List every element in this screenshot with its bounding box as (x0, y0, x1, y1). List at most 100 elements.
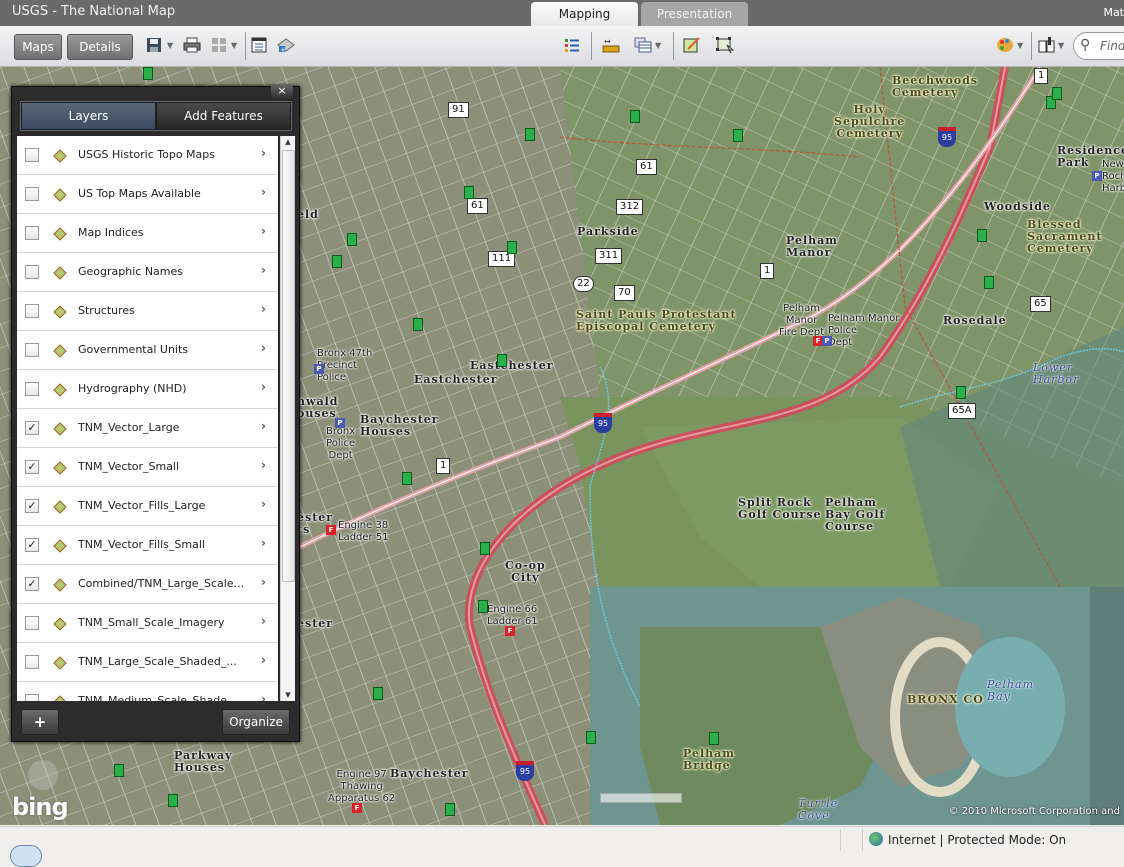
layer-row[interactable]: Geographic Names › (17, 253, 278, 292)
layer-row[interactable]: ✓ Combined/TNM_Large_Scale... › (17, 565, 278, 604)
layer-checkbox[interactable] (25, 343, 39, 357)
chevron-right-icon[interactable]: › (261, 497, 266, 511)
user-name[interactable]: Mat (1103, 6, 1124, 19)
chevron-right-icon[interactable]: › (261, 536, 266, 550)
chevron-right-icon[interactable]: › (261, 185, 266, 199)
park-marker[interactable] (480, 542, 490, 555)
layer-row[interactable]: Governmental Units › (17, 331, 278, 370)
park-marker[interactable] (332, 255, 342, 268)
layer-checkbox[interactable] (25, 187, 39, 201)
legend-icon[interactable] (250, 37, 268, 55)
chevron-right-icon[interactable]: › (261, 692, 266, 701)
police-station-marker[interactable]: P (335, 418, 345, 428)
layer-row[interactable]: TNM_Small_Scale_Imagery › (17, 604, 278, 643)
details-button[interactable]: Details (67, 34, 133, 60)
layer-checkbox[interactable] (25, 382, 39, 396)
organize-button[interactable]: Organize (222, 709, 290, 735)
layer-row[interactable]: ✓ TNM_Vector_Fills_Large › (17, 487, 278, 526)
scrollbar-thumb[interactable] (282, 150, 295, 582)
grid-dropdown-caret[interactable]: ▼ (231, 37, 237, 55)
park-marker[interactable] (1052, 87, 1062, 100)
maps-button[interactable]: Maps (14, 34, 62, 60)
park-marker[interactable] (977, 229, 987, 242)
chevron-right-icon[interactable]: › (261, 302, 266, 316)
police-station-marker[interactable]: P (1092, 171, 1102, 181)
tab-add-features[interactable]: Add Features (157, 103, 290, 129)
layer-row[interactable]: Hydrography (NHD) › (17, 370, 278, 409)
police-station-marker[interactable]: P (314, 364, 324, 374)
chevron-right-icon[interactable]: › (261, 575, 266, 589)
table-icon[interactable] (634, 37, 652, 55)
park-marker[interactable] (373, 687, 383, 700)
layer-row[interactable]: USGS Historic Topo Maps › (17, 136, 278, 175)
layer-row[interactable]: Structures › (17, 292, 278, 331)
park-marker[interactable] (586, 731, 596, 744)
layer-row[interactable]: ✓ TNM_Vector_Large › (17, 409, 278, 448)
park-marker[interactable] (733, 129, 743, 142)
chevron-right-icon[interactable]: › (261, 614, 266, 628)
park-marker[interactable] (956, 386, 966, 399)
layer-checkbox[interactable] (25, 148, 39, 162)
tab-layers[interactable]: Layers (22, 103, 155, 129)
fire-station-marker[interactable]: F (505, 626, 515, 636)
layer-checkbox[interactable] (25, 655, 39, 669)
park-marker[interactable] (507, 241, 517, 254)
layer-row[interactable]: TNM_Medium_Scale_Shade... › (17, 682, 278, 701)
layer-row[interactable]: Map Indices › (17, 214, 278, 253)
grid-icon[interactable] (210, 37, 228, 55)
table-dropdown-caret[interactable]: ▼ (655, 37, 661, 55)
save-dropdown-caret[interactable]: ▼ (167, 37, 173, 55)
chevron-right-icon[interactable]: › (261, 341, 266, 355)
draw-icon[interactable] (683, 37, 701, 55)
park-marker[interactable] (984, 276, 994, 289)
close-panel-button[interactable]: × (271, 84, 293, 98)
layer-list-scrollbar[interactable]: ▲ ▼ (280, 136, 295, 701)
layer-checkbox[interactable] (25, 694, 39, 701)
chevron-right-icon[interactable]: › (261, 380, 266, 394)
layer-checkbox[interactable]: ✓ (25, 577, 39, 591)
measure-icon[interactable]: ↔ (602, 37, 620, 55)
chevron-right-icon[interactable]: › (261, 458, 266, 472)
layer-checkbox[interactable] (25, 616, 39, 630)
list-icon[interactable] (563, 37, 581, 55)
scroll-down-arrow[interactable]: ▼ (281, 689, 295, 701)
park-marker[interactable] (347, 233, 357, 246)
layer-checkbox[interactable]: ✓ (25, 499, 39, 513)
tab-mapping[interactable]: Mapping (531, 2, 638, 26)
book-dropdown-caret[interactable]: ▼ (1058, 37, 1064, 55)
chevron-right-icon[interactable]: › (261, 419, 266, 433)
park-marker[interactable] (709, 732, 719, 745)
park-marker[interactable] (445, 803, 455, 816)
layer-checkbox[interactable]: ✓ (25, 421, 39, 435)
park-marker[interactable] (114, 764, 124, 777)
park-marker[interactable] (525, 128, 535, 141)
park-marker[interactable] (464, 186, 474, 199)
park-marker[interactable] (168, 794, 178, 807)
park-marker[interactable] (478, 600, 488, 613)
add-layer-button[interactable]: + (21, 709, 59, 735)
park-marker[interactable] (402, 472, 412, 485)
layer-row[interactable]: TNM_Large_Scale_Shaded_... › (17, 643, 278, 682)
select-icon[interactable] (716, 37, 735, 55)
layer-row[interactable]: ✓ TNM_Vector_Fills_Small › (17, 526, 278, 565)
park-marker[interactable] (497, 354, 507, 367)
chevron-right-icon[interactable]: › (261, 224, 266, 238)
add-layer-icon[interactable]: + (277, 37, 295, 55)
layer-checkbox[interactable]: ✓ (25, 460, 39, 474)
chevron-right-icon[interactable]: › (261, 653, 266, 667)
layer-checkbox[interactable] (25, 265, 39, 279)
layer-row[interactable]: ✓ TNM_Vector_Small › (17, 448, 278, 487)
scroll-up-arrow[interactable]: ▲ (281, 136, 295, 148)
map-navigation-control[interactable] (28, 760, 58, 790)
layer-checkbox[interactable] (25, 226, 39, 240)
find-search-box[interactable]: ⚲ Find (1073, 32, 1124, 60)
tab-presentation[interactable]: Presentation (641, 2, 748, 26)
layer-row[interactable]: US Top Maps Available › (17, 175, 278, 214)
print-icon[interactable] (183, 37, 201, 55)
layer-checkbox[interactable]: ✓ (25, 538, 39, 552)
chevron-right-icon[interactable]: › (261, 263, 266, 277)
book-icon[interactable] (1038, 37, 1056, 55)
palette-dropdown-caret[interactable]: ▼ (1017, 37, 1023, 55)
park-marker[interactable] (413, 318, 423, 331)
palette-icon[interactable] (996, 37, 1014, 55)
